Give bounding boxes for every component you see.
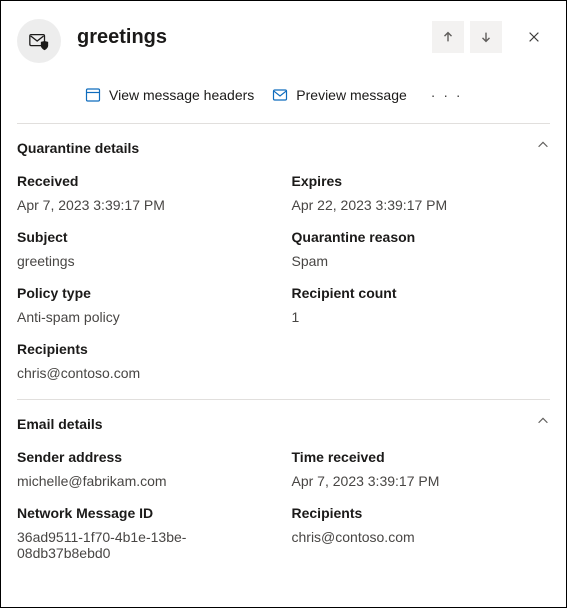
count-value: 1 xyxy=(292,309,551,325)
received-label: Received xyxy=(17,173,276,189)
preview-message-label: Preview message xyxy=(296,87,407,103)
email-section-title: Email details xyxy=(17,416,103,432)
expires-value: Apr 22, 2023 3:39:17 PM xyxy=(292,197,551,213)
email-section-toggle[interactable]: Email details xyxy=(1,400,566,435)
subject-value: greetings xyxy=(17,253,276,269)
recipients-value: chris@contoso.com xyxy=(17,365,550,381)
time-received-value: Apr 7, 2023 3:39:17 PM xyxy=(292,473,551,489)
time-received-label: Time received xyxy=(292,449,551,465)
mail-icon xyxy=(272,87,288,103)
next-message-button[interactable] xyxy=(470,21,502,53)
close-icon xyxy=(527,30,541,44)
quarantine-details-grid: Received Apr 7, 2023 3:39:17 PM Expires … xyxy=(1,159,566,399)
view-headers-link[interactable]: View message headers xyxy=(85,87,254,103)
sender-field: Sender address michelle@fabrikam.com xyxy=(17,449,276,489)
recipients-label: Recipients xyxy=(17,341,550,357)
preview-message-link[interactable]: Preview message xyxy=(272,87,407,103)
expires-field: Expires Apr 22, 2023 3:39:17 PM xyxy=(292,173,551,213)
received-field: Received Apr 7, 2023 3:39:17 PM xyxy=(17,173,276,213)
subject-label: Subject xyxy=(17,229,276,245)
email-recipients-field: Recipients chris@contoso.com xyxy=(292,505,551,561)
chevron-up-icon xyxy=(536,414,550,433)
recipients-field: Recipients chris@contoso.com xyxy=(17,341,550,381)
message-id-value: 36ad9511-1f70-4b1e-13be-08db37b8ebd0 xyxy=(17,529,276,561)
sender-label: Sender address xyxy=(17,449,276,465)
message-id-label: Network Message ID xyxy=(17,505,276,521)
panel-header: greetings xyxy=(1,1,566,65)
email-recipients-label: Recipients xyxy=(292,505,551,521)
top-actions xyxy=(432,21,550,53)
received-value: Apr 7, 2023 3:39:17 PM xyxy=(17,197,276,213)
more-icon: · · · xyxy=(431,87,463,103)
page-title: greetings xyxy=(77,19,432,49)
email-recipients-value: chris@contoso.com xyxy=(292,529,551,545)
subject-field: Subject greetings xyxy=(17,229,276,269)
mail-shield-icon xyxy=(28,30,50,52)
policy-value: Anti-spam policy xyxy=(17,309,276,325)
arrow-down-icon xyxy=(479,30,493,44)
quarantine-avatar xyxy=(17,19,61,63)
count-field: Recipient count 1 xyxy=(292,285,551,325)
quarantine-section-title: Quarantine details xyxy=(17,140,139,156)
expires-label: Expires xyxy=(292,173,551,189)
policy-label: Policy type xyxy=(17,285,276,301)
reason-field: Quarantine reason Spam xyxy=(292,229,551,269)
arrow-up-icon xyxy=(441,30,455,44)
more-actions-button[interactable]: · · · xyxy=(425,83,469,107)
actions-bar: View message headers Preview message · ·… xyxy=(1,65,566,123)
reason-value: Spam xyxy=(292,253,551,269)
message-id-field: Network Message ID 36ad9511-1f70-4b1e-13… xyxy=(17,505,276,561)
prev-message-button[interactable] xyxy=(432,21,464,53)
chevron-up-icon xyxy=(536,138,550,157)
headers-icon xyxy=(85,87,101,103)
count-label: Recipient count xyxy=(292,285,551,301)
view-headers-label: View message headers xyxy=(109,87,254,103)
time-received-field: Time received Apr 7, 2023 3:39:17 PM xyxy=(292,449,551,489)
email-details-grid: Sender address michelle@fabrikam.com Tim… xyxy=(1,435,566,579)
policy-field: Policy type Anti-spam policy xyxy=(17,285,276,325)
close-button[interactable] xyxy=(518,21,550,53)
sender-value: michelle@fabrikam.com xyxy=(17,473,276,489)
quarantine-section-toggle[interactable]: Quarantine details xyxy=(1,124,566,159)
reason-label: Quarantine reason xyxy=(292,229,551,245)
